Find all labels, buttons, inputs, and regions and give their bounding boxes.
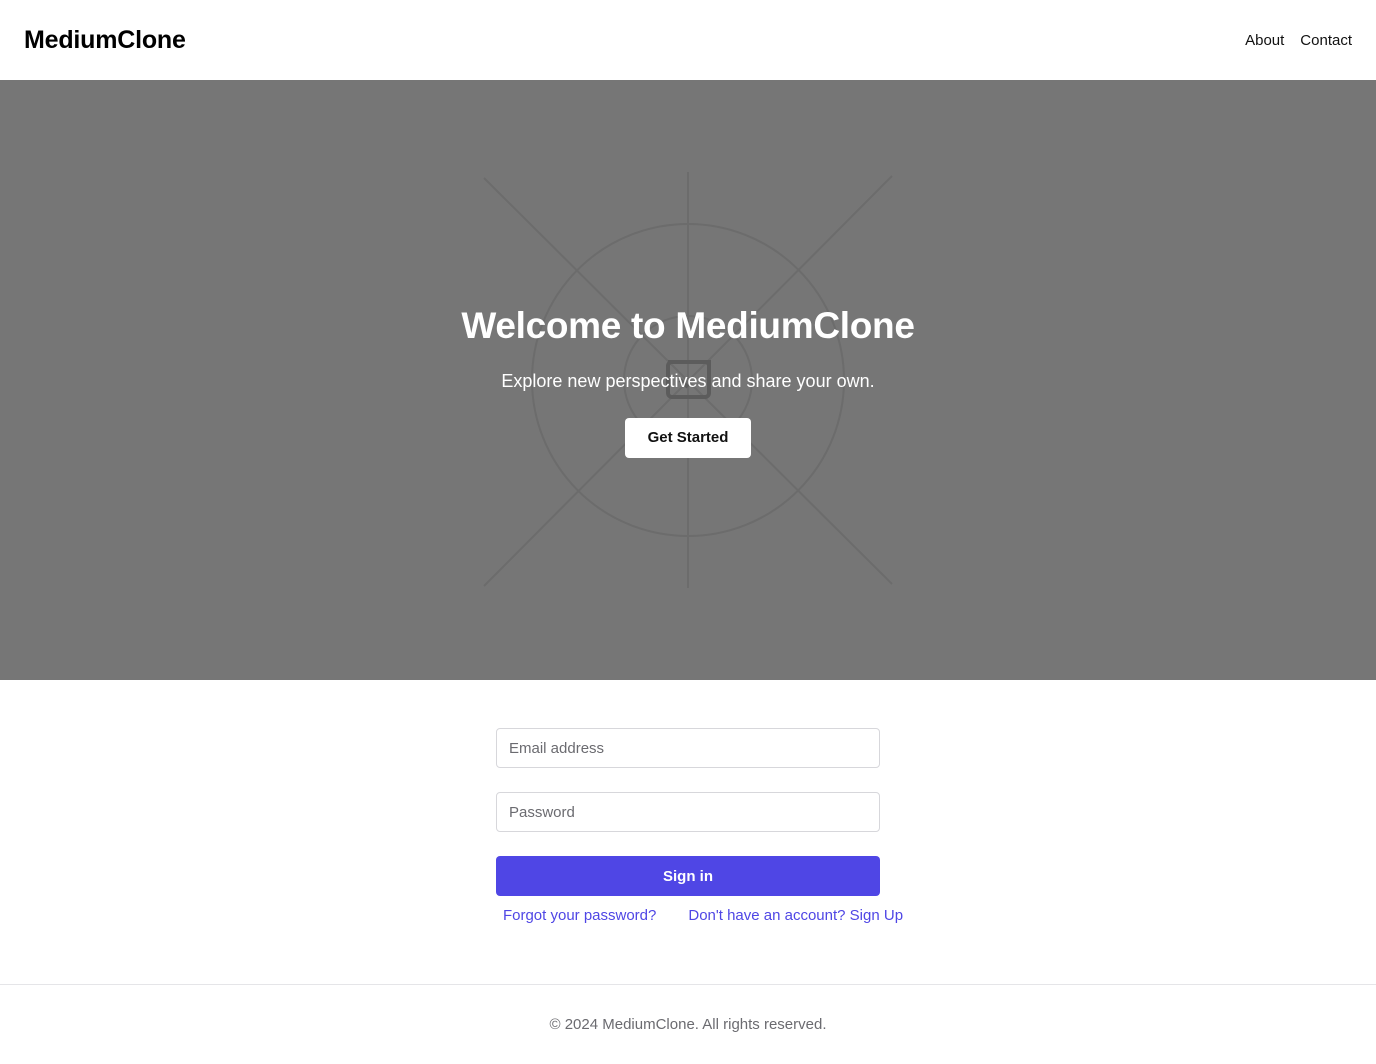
get-started-button[interactable]: Get Started xyxy=(625,418,751,458)
hero-subtitle: Explore new perspectives and share your … xyxy=(501,371,875,391)
hero-title: Welcome to MediumClone xyxy=(461,305,915,346)
nav-link-about[interactable]: About xyxy=(1245,32,1284,49)
sign-up-link[interactable]: Don't have an account? Sign Up xyxy=(688,907,903,924)
auth-links: Forgot your password? Don't have an acco… xyxy=(488,907,918,924)
footer-copyright: © 2024 MediumClone. All rights reserved. xyxy=(549,1016,827,1033)
email-field[interactable] xyxy=(496,728,880,768)
top-nav: About Contact xyxy=(1245,32,1352,49)
signin-form: Sign in Forgot your password? Don't have… xyxy=(496,728,903,924)
sign-in-button[interactable]: Sign in xyxy=(496,856,880,896)
site-footer: © 2024 MediumClone. All rights reserved. xyxy=(0,984,1376,1064)
site-header: MediumClone About Contact xyxy=(0,0,1376,80)
nav-link-contact[interactable]: Contact xyxy=(1300,32,1352,49)
forgot-password-link[interactable]: Forgot your password? xyxy=(503,907,656,924)
hero-content: Welcome to MediumClone Explore new persp… xyxy=(0,302,1376,458)
hero-section: Welcome to MediumClone Explore new persp… xyxy=(0,80,1376,680)
brand-logo[interactable]: MediumClone xyxy=(24,26,186,55)
password-field[interactable] xyxy=(496,792,880,832)
